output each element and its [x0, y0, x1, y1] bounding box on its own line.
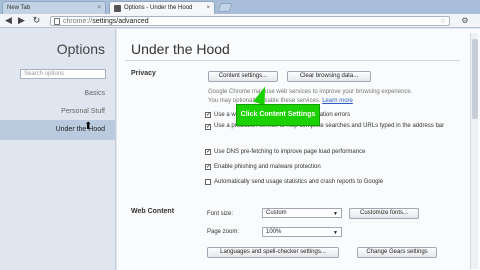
customize-fonts-button[interactable]: Customize fonts...	[349, 208, 419, 219]
page-zoom-value: 100%	[266, 229, 282, 235]
option-usage-statistics: Automatically send usage statistics and …	[214, 179, 384, 185]
back-icon[interactable]: ◀	[3, 15, 14, 26]
checkbox-phishing-protection[interactable]: ✓	[205, 164, 211, 170]
new-tab-button[interactable]	[217, 3, 233, 12]
page-icon	[54, 18, 60, 25]
tab-options[interactable]: Options - Under the Hood ×	[109, 1, 215, 14]
tab-new-tab[interactable]: New Tab ×	[2, 1, 106, 14]
url-scheme: chrome://	[63, 18, 93, 25]
sidebar-title: Options	[56, 41, 105, 57]
page-title: Under the Hood	[131, 41, 230, 57]
sidebar-item-personal-stuff[interactable]: Personal Stuff	[61, 108, 105, 115]
option-phishing-protection: Enable phishing and malware protection	[214, 164, 321, 170]
web-content-section-label: Web Content	[131, 208, 175, 215]
page-zoom-select[interactable]: 100% ▼	[262, 227, 342, 237]
clear-browsing-data-button[interactable]: Clear browsing data...	[287, 71, 371, 82]
url-path: settings/advanced	[92, 18, 149, 25]
change-gears-settings-button[interactable]: Change Gears settings	[357, 247, 437, 258]
sidebar-item-basics[interactable]: Basics	[84, 90, 105, 97]
scrollbar-thumb[interactable]	[472, 39, 478, 119]
divider	[125, 60, 460, 61]
star-icon[interactable]: ☆	[440, 17, 446, 26]
chevron-down-icon: ▼	[333, 230, 338, 236]
chevron-down-icon: ▼	[333, 211, 338, 217]
option-dns-prefetch: Use DNS pre-fetching to improve page loa…	[214, 149, 366, 155]
page-zoom-label: Page zoom:	[207, 229, 240, 235]
toolbar: ◀ ▶ ↻ chrome://settings/advanced ☆ ⚙	[0, 14, 480, 28]
wrench-icon	[114, 5, 121, 12]
font-size-value: Custom	[266, 210, 287, 216]
scrollbar[interactable]	[470, 33, 478, 269]
tutorial-tooltip: Click Content Settings	[236, 104, 320, 126]
checkbox-usage-statistics[interactable]	[205, 179, 211, 185]
privacy-section-label: Privacy	[131, 70, 156, 77]
languages-spellchecker-button[interactable]: Languages and spell-checker settings...	[207, 247, 339, 258]
options-sidebar: Options Search options Basics Personal S…	[0, 29, 116, 270]
checkbox-dns-prefetch[interactable]: ✓	[205, 149, 211, 155]
tab-label: Options - Under the Hood	[124, 5, 193, 11]
sidebar-item-under-the-hood[interactable]: Under the Hood	[0, 120, 115, 140]
tab-strip: New Tab × Options - Under the Hood ×	[0, 0, 480, 14]
checkbox-prediction-service[interactable]: ✓	[205, 124, 211, 130]
privacy-intro-line1: Google Chrome may use web services to im…	[208, 89, 413, 95]
forward-icon[interactable]: ▶	[16, 15, 27, 26]
font-size-label: Font size:	[207, 211, 234, 217]
mouse-cursor-icon: ⬆	[84, 121, 93, 132]
wrench-menu-icon[interactable]: ⚙	[458, 15, 472, 26]
settings-content: Under the Hood Privacy Content settings.…	[117, 29, 480, 270]
checkbox-navigation-errors[interactable]: ✓	[205, 112, 211, 118]
reload-icon[interactable]: ↻	[31, 15, 42, 26]
search-input[interactable]: Search options	[20, 69, 106, 79]
content-settings-button[interactable]: Content settings...	[208, 71, 278, 82]
address-bar[interactable]: chrome://settings/advanced ☆	[50, 16, 450, 26]
close-icon[interactable]: ×	[206, 2, 210, 14]
font-size-select[interactable]: Custom ▼	[262, 208, 342, 218]
learn-more-link[interactable]: Learn more	[322, 98, 353, 104]
close-icon[interactable]: ×	[97, 2, 101, 14]
tab-label: New Tab	[7, 5, 31, 11]
